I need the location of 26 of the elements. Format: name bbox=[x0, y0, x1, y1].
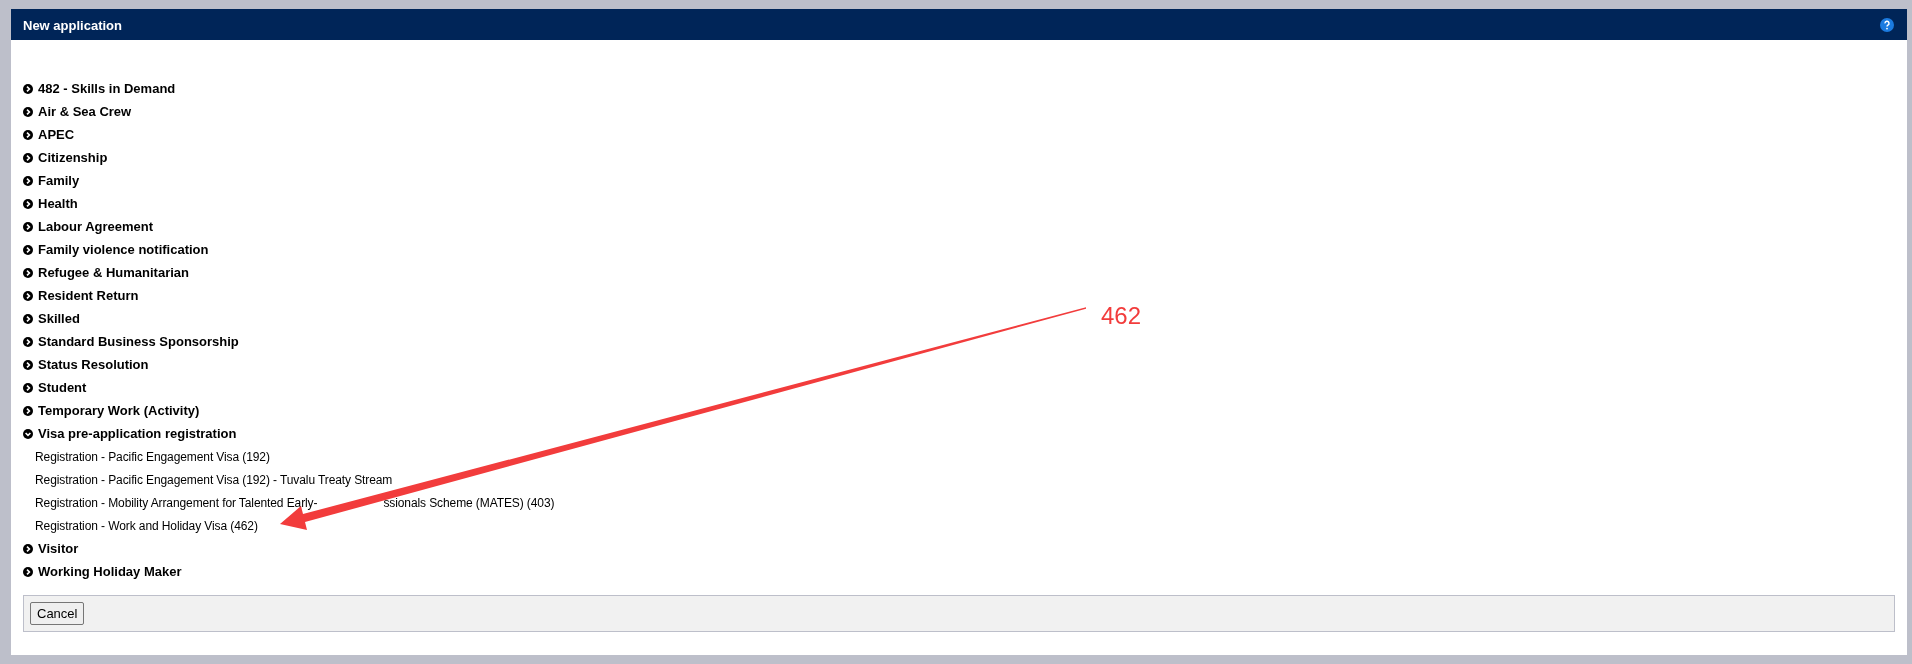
category-link[interactable]: Skilled bbox=[23, 307, 80, 330]
category-link[interactable]: Working Holiday Maker bbox=[23, 560, 182, 583]
category-link[interactable]: Health bbox=[23, 192, 78, 215]
subcategory-link[interactable]: Registration - Pacific Engagement Visa (192) bbox=[23, 445, 270, 468]
category-link[interactable]: Family violence notification bbox=[23, 238, 209, 261]
category-link[interactable]: Family bbox=[23, 169, 80, 192]
category-link[interactable]: Status Resolution bbox=[23, 353, 149, 376]
category-link[interactable]: 482 - Skills in Demand bbox=[23, 77, 176, 100]
category-link[interactable]: Labour Agreement bbox=[23, 215, 154, 238]
subcategory-link[interactable]: Registration - Work and Holiday Visa (462) bbox=[23, 514, 258, 537]
category-link[interactable]: APEC bbox=[23, 123, 75, 146]
category-link[interactable]: Visitor bbox=[23, 537, 79, 560]
category-link[interactable]: Student bbox=[23, 376, 87, 399]
cancel-button[interactable]: Cancel bbox=[30, 602, 85, 625]
category-link[interactable]: Visa pre-application registration bbox=[23, 422, 237, 445]
category-link[interactable]: Standard Business Sponsorship bbox=[23, 330, 239, 353]
subcategory-link[interactable]: Registration - Pacific Engagement Visa (192) - Tuvalu Treaty Stream bbox=[23, 468, 393, 491]
help-icon[interactable] bbox=[1880, 17, 1894, 32]
category-link[interactable]: Resident Return bbox=[23, 284, 139, 307]
window-title: New application bbox=[23, 16, 122, 35]
category-link[interactable]: Temporary Work (Activity) bbox=[23, 399, 200, 422]
category-link[interactable]: Refugee & Humanitarian bbox=[23, 261, 189, 284]
category-link[interactable]: Air & Sea Crew bbox=[23, 100, 132, 123]
subcategory-link[interactable]: Registration - Mobility Arrangement for Talented Early- ssionals Scheme (MATES) (403) bbox=[23, 491, 555, 514]
annotation-label: 462 bbox=[1101, 304, 1142, 328]
category-link[interactable]: Citizenship bbox=[23, 146, 108, 169]
